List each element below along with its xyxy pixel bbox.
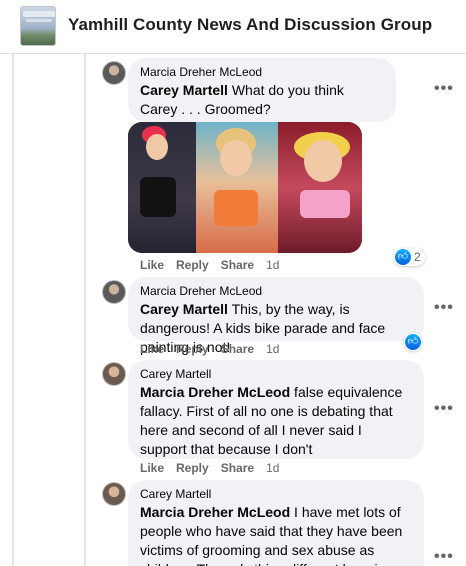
- more-options-icon[interactable]: •••: [434, 300, 454, 316]
- comment-actions: Like Reply Share 1d: [140, 342, 279, 356]
- group-thumbnail[interactable]: [20, 6, 56, 46]
- reaction-badge[interactable]: 👍︎: [404, 333, 422, 351]
- more-options-icon[interactable]: •••: [434, 549, 454, 565]
- comment-photo[interactable]: [128, 122, 362, 253]
- comment-text: Carey Martell What do you think Carey . …: [140, 81, 384, 119]
- group-header: Yamhill County News And Discussion Group: [0, 0, 466, 54]
- like-thumb-icon: 👍︎: [405, 334, 421, 350]
- reply-action[interactable]: Reply: [176, 258, 209, 272]
- share-action[interactable]: Share: [221, 258, 254, 272]
- mention-link[interactable]: Carey Martell: [140, 82, 228, 98]
- thread-guide-line: [12, 54, 14, 566]
- comment-actions: Like Reply Share 1d: [140, 258, 279, 272]
- avatar[interactable]: [102, 482, 126, 506]
- more-options-icon[interactable]: •••: [434, 81, 454, 97]
- comment-text: Marcia Dreher McLeod I have met lots of …: [140, 503, 412, 566]
- like-action[interactable]: Like: [140, 342, 164, 356]
- more-options-icon[interactable]: •••: [434, 401, 454, 417]
- reply-guide-line: [84, 54, 86, 566]
- avatar[interactable]: [102, 362, 126, 386]
- comment-bubble: Marcia Dreher McLeod Carey Martell This,…: [128, 277, 424, 355]
- timestamp[interactable]: 1d: [266, 258, 279, 272]
- group-name[interactable]: Yamhill County News And Discussion Group: [68, 15, 432, 35]
- mention-link[interactable]: Carey Martell: [140, 301, 228, 317]
- share-action[interactable]: Share: [221, 342, 254, 356]
- comment-actions: Like Reply Share 1d: [140, 461, 279, 475]
- avatar[interactable]: [102, 280, 126, 304]
- comment-bubble: Carey Martell Marcia Dreher McLeod false…: [128, 360, 424, 459]
- mention-link[interactable]: Marcia Dreher McLeod: [140, 384, 290, 400]
- comment-bubble: Carey Martell Marcia Dreher McLeod I hav…: [128, 480, 424, 566]
- avatar[interactable]: [102, 61, 126, 85]
- timestamp[interactable]: 1d: [266, 342, 279, 356]
- comment-author[interactable]: Carey Martell: [140, 366, 412, 382]
- reaction-badge[interactable]: 👍︎ 2: [394, 248, 425, 266]
- like-action[interactable]: Like: [140, 258, 164, 272]
- like-thumb-icon: 👍︎: [395, 249, 411, 265]
- reply-action[interactable]: Reply: [176, 342, 209, 356]
- reply-action[interactable]: Reply: [176, 461, 209, 475]
- timestamp[interactable]: 1d: [266, 461, 279, 475]
- comment-text: Marcia Dreher McLeod false equivalence f…: [140, 383, 412, 459]
- comment-author[interactable]: Carey Martell: [140, 486, 412, 502]
- comment-author[interactable]: Marcia Dreher McLeod: [140, 283, 412, 299]
- reaction-count: 2: [414, 250, 421, 264]
- mention-link[interactable]: Marcia Dreher McLeod: [140, 504, 290, 520]
- share-action[interactable]: Share: [221, 461, 254, 475]
- comment-author[interactable]: Marcia Dreher McLeod: [140, 64, 384, 80]
- comment-bubble: Marcia Dreher McLeod Carey Martell What …: [128, 58, 396, 122]
- like-action[interactable]: Like: [140, 461, 164, 475]
